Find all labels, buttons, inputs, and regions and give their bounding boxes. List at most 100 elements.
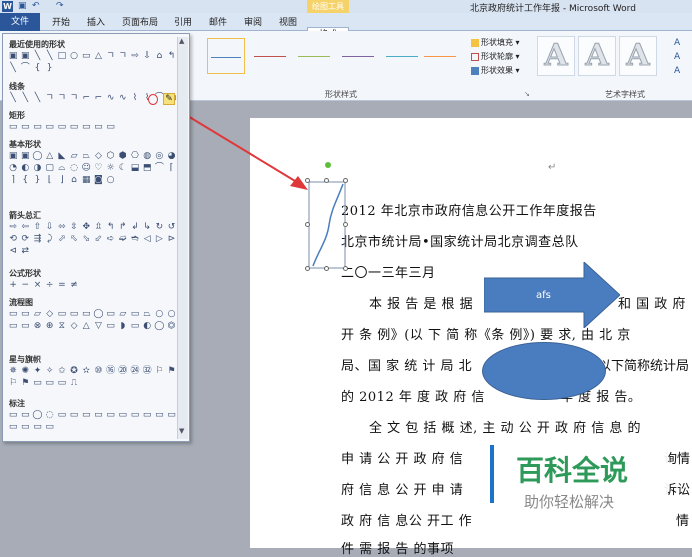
shape-option-icon[interactable]: ▭: [81, 122, 92, 133]
shape-option-icon[interactable]: ▭: [81, 51, 92, 62]
shape-grid-callouts[interactable]: ▭ ▭ ◯ ◌ ▭ ▭ ▭ ▭ ▭ ▭ ▭ ▭ ▭ ▭ ▭ ▭ ▭ ▭: [7, 410, 183, 434]
shape-option-icon[interactable]: ◍: [142, 151, 153, 162]
shape-option-icon[interactable]: ○: [154, 309, 165, 320]
tab-home[interactable]: 开始: [52, 15, 70, 28]
undo-icon[interactable]: ↶: [32, 1, 40, 11]
shape-option-icon[interactable]: ◌: [69, 163, 80, 174]
shape-option-icon[interactable]: ▦: [81, 175, 92, 186]
shape-option-icon[interactable]: ⇫: [93, 222, 104, 233]
shape-option-icon[interactable]: ⚐: [8, 378, 19, 389]
shape-option-icon[interactable]: ◣: [56, 151, 67, 162]
shape-grid-basic[interactable]: ▣ ▣ ◯ △ ◣ ▱ ⏢ ◇ ⬡ ⬢ ⎔ ◍ ◎ ◕ ◔ ◐ ◑ ▢ ⌓ ◌ ☺ ♡ ☼ ☾ ⬓ ⬒ ⌒ ⌈ ⌉{} ⌊ ⌋ ⌂ ▦ ◙ ○: [7, 151, 183, 187]
shape-grid-rectangles[interactable]: ▭ ▭ ▭ ▭ ▭ ▭ ▭ ▭ ▭: [7, 122, 183, 134]
resize-handle[interactable]: [305, 266, 310, 271]
shape-option-icon[interactable]: ▭: [20, 309, 31, 320]
shape-option-icon[interactable]: ◎: [154, 151, 165, 162]
shape-option-icon[interactable]: ⏣: [166, 321, 177, 332]
shape-option-icon[interactable]: ⬁: [69, 234, 80, 245]
resize-handle[interactable]: [305, 222, 310, 227]
shape-option-icon[interactable]: ▭: [81, 410, 92, 421]
shape-option-icon[interactable]: ⑩: [93, 366, 104, 377]
shape-option-icon[interactable]: ㄱ: [117, 51, 128, 62]
text-outline-icon[interactable]: A: [674, 52, 680, 62]
shape-option-icon[interactable]: ▭: [142, 410, 153, 421]
shape-option-icon[interactable]: ▭: [69, 410, 80, 421]
shape-option-icon[interactable]: ✦: [32, 366, 43, 377]
shape-option-icon[interactable]: ◯: [93, 309, 104, 320]
shape-option-icon[interactable]: ⬄: [56, 222, 67, 233]
shape-option-icon[interactable]: ⬂: [81, 234, 92, 245]
shape-option-icon[interactable]: ⇩: [44, 222, 55, 233]
shape-option-icon[interactable]: ▱: [32, 309, 43, 320]
shape-option-icon[interactable]: ▭: [8, 309, 19, 320]
shape-option-icon[interactable]: ㄱ: [105, 51, 116, 62]
shape-option-icon[interactable]: ⬓: [129, 163, 140, 174]
shape-option-icon[interactable]: ╲: [20, 93, 31, 104]
shapes-dropdown-panel[interactable]: 最近使用的形状 ▣ ▣ ╲ ╲ □ ○ ▭ △ ㄱㄱ ⇨ ⇩ ⌂ ↰ ╲ ⌒{} 线条 ╲ ╲ ╲ ㄱㄱㄱ ⌐ ⌐ ∿ ∿…: [2, 33, 190, 442]
shape-option-icon[interactable]: ⇧: [32, 222, 43, 233]
shape-option-icon[interactable]: ▭: [129, 321, 140, 332]
shape-option-icon[interactable]: ⬢: [117, 151, 128, 162]
shape-option-icon[interactable]: ⇨: [129, 51, 140, 62]
shape-option-icon[interactable]: ↺: [166, 222, 177, 233]
shape-option-icon[interactable]: ▭: [8, 122, 19, 133]
shape-option-icon[interactable]: ⇄: [20, 246, 31, 257]
shape-option-icon[interactable]: ▭: [8, 321, 19, 332]
shape-option-icon[interactable]: ▭: [44, 422, 55, 433]
shape-option-icon[interactable]: ⏢: [81, 151, 92, 162]
style-swatch[interactable]: [207, 38, 245, 74]
scroll-up-icon[interactable]: ▲: [179, 37, 184, 45]
shape-option-icon[interactable]: ▣: [20, 51, 31, 62]
style-swatch[interactable]: [339, 38, 377, 74]
shape-grid-stars[interactable]: ✵ ✺ ✦ ✧ ✩ ✪ ✫ ⑩ ⑯ ⑳ ㉔㉜ ⚐ ⚑ ⚐ ⚑ ▭ ▭ ▭ ⎍: [7, 366, 183, 390]
shape-option-icon[interactable]: ▭: [32, 378, 43, 389]
shape-option-icon[interactable]: ↻: [154, 222, 165, 233]
shape-option-icon[interactable]: ➪: [105, 234, 116, 245]
shape-option-icon[interactable]: ⌈: [166, 163, 177, 174]
shape-option-icon[interactable]: ▭: [32, 422, 43, 433]
shape-option-icon[interactable]: ⌒: [20, 63, 31, 74]
wordart-style[interactable]: A: [619, 36, 657, 76]
shape-option-icon[interactable]: ⎔: [129, 151, 140, 162]
shape-option-icon[interactable]: {: [20, 175, 31, 186]
shape-option-icon[interactable]: ▭: [20, 122, 31, 133]
shape-option-icon[interactable]: ▽: [93, 321, 104, 332]
shape-option-icon[interactable]: ▭: [56, 378, 67, 389]
shape-option-icon[interactable]: ▱: [69, 151, 80, 162]
shape-option-icon[interactable]: ╲: [32, 51, 43, 62]
shape-grid-recent[interactable]: ▣ ▣ ╲ ╲ □ ○ ▭ △ ㄱㄱ ⇨ ⇩ ⌂ ↰ ╲ ⌒{}: [7, 51, 183, 75]
shape-option-icon[interactable]: ⟲: [8, 234, 19, 245]
resize-handle[interactable]: [343, 222, 348, 227]
tab-insert[interactable]: 插入: [87, 15, 105, 28]
shape-option-icon[interactable]: ∿: [105, 93, 116, 104]
shape-option-icon[interactable]: +: [8, 280, 19, 291]
style-swatch[interactable]: [383, 38, 421, 74]
shape-option-icon[interactable]: ╲: [8, 63, 19, 74]
wordart-gallery[interactable]: A A A: [537, 36, 661, 76]
shape-style-gallery[interactable]: [207, 34, 457, 78]
shape-option-icon[interactable]: ⑯: [105, 366, 116, 377]
shape-option-icon[interactable]: ⬀: [56, 234, 67, 245]
shape-option-icon[interactable]: △: [44, 151, 55, 162]
shape-option-icon[interactable]: ⤸: [44, 234, 55, 245]
shape-option-icon[interactable]: ♡: [93, 163, 104, 174]
shape-option-icon[interactable]: ▣: [8, 151, 19, 162]
shape-option-icon[interactable]: ⊲: [8, 246, 19, 257]
shape-option-icon[interactable]: ⚑: [166, 366, 177, 377]
resize-handle[interactable]: [343, 178, 348, 183]
shape-option-icon[interactable]: ▱: [117, 309, 128, 320]
tab-view[interactable]: 视图: [279, 15, 297, 28]
shape-option-icon[interactable]: ▭: [105, 321, 116, 332]
shape-option-icon[interactable]: ◗: [117, 321, 128, 332]
tab-mailings[interactable]: 邮件: [209, 15, 227, 28]
shape-option-icon[interactable]: ▭: [56, 410, 67, 421]
shape-option-icon[interactable]: ⇶: [32, 234, 43, 245]
shape-option-icon[interactable]: ◌: [44, 410, 55, 421]
wordart-style[interactable]: A: [578, 36, 616, 76]
shape-option-icon[interactable]: ▭: [8, 410, 19, 421]
shape-option-icon[interactable]: ㄱ: [56, 93, 67, 104]
shape-option-icon[interactable]: ▭: [129, 410, 140, 421]
shape-option-icon[interactable]: ▭: [117, 410, 128, 421]
shape-option-icon[interactable]: ➬: [129, 234, 140, 245]
shape-option-icon[interactable]: ⌉: [8, 175, 19, 186]
